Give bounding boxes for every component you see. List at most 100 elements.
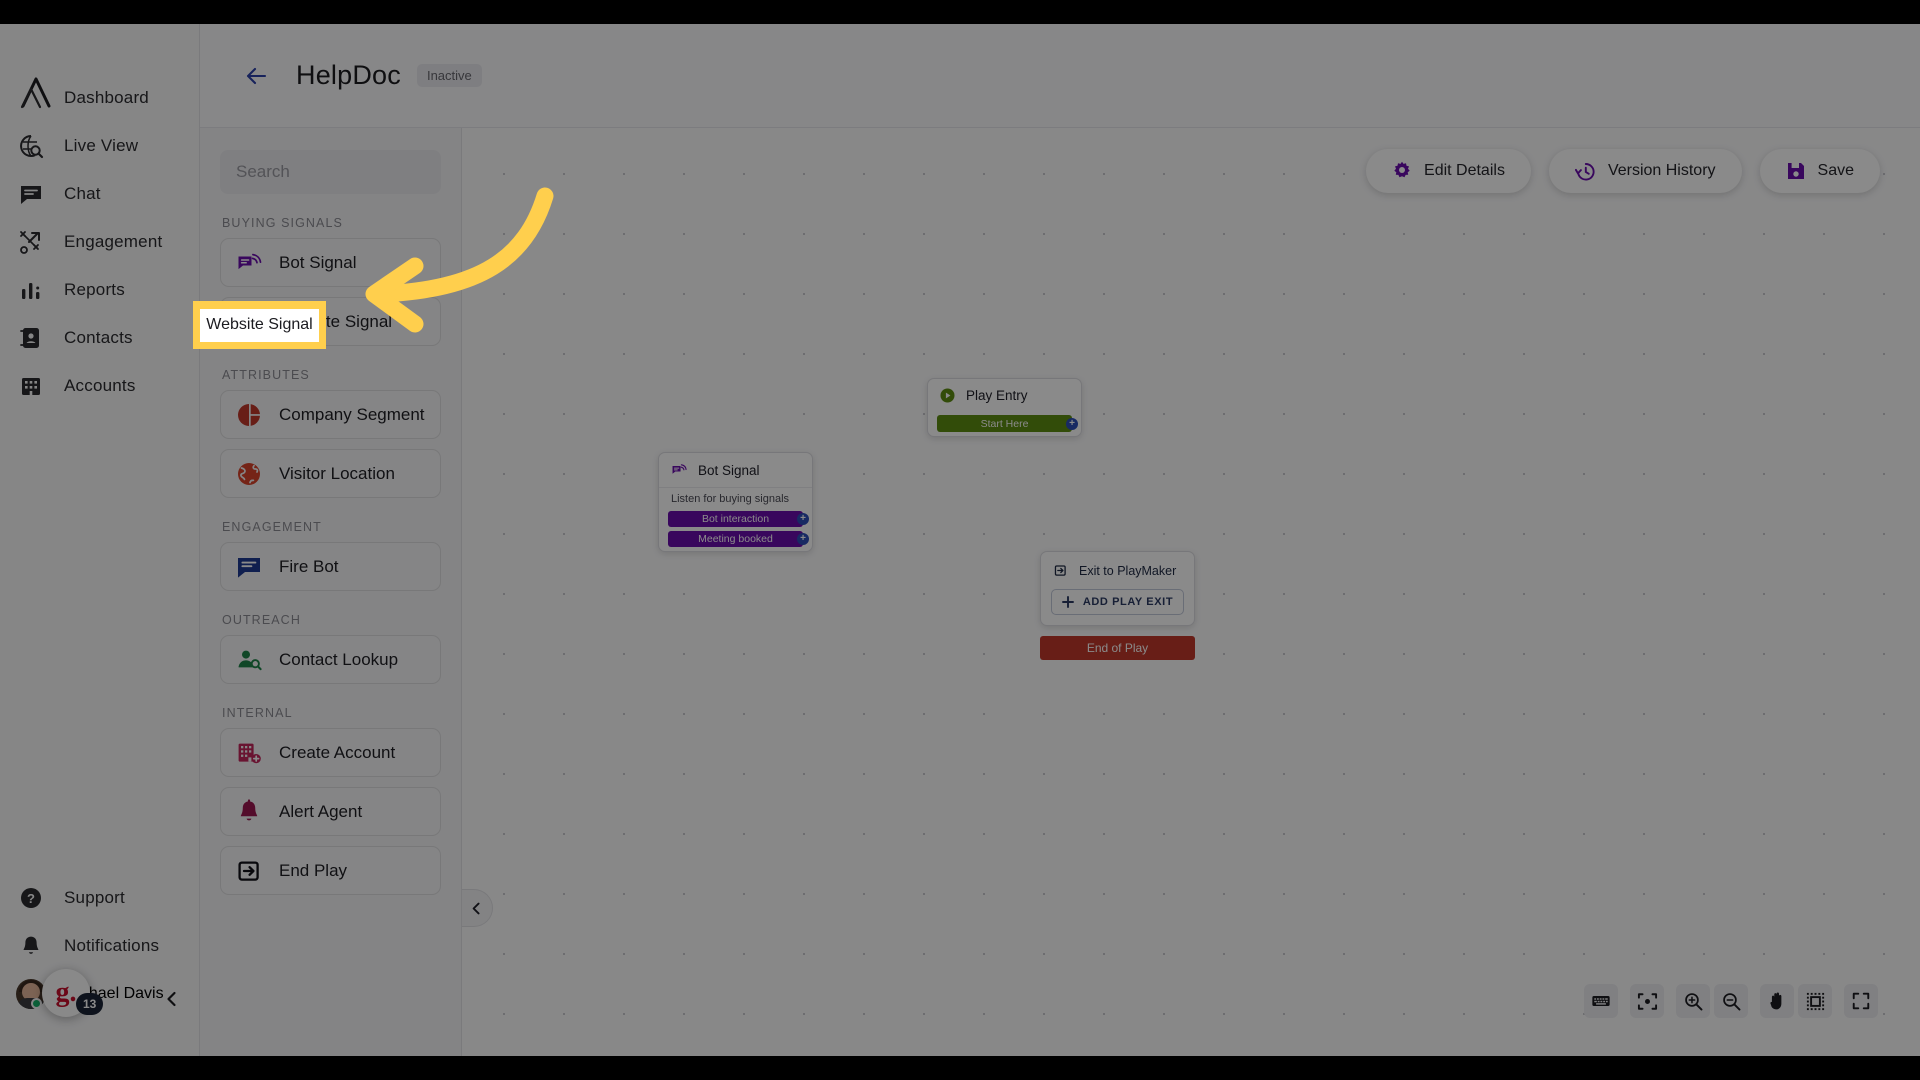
palette-group-label: ENGAGEMENT [222,520,322,534]
palette-item-label: Create Account [279,742,396,762]
node-end-of-play[interactable]: End of Play [1040,636,1195,660]
history-clock-icon [1574,162,1595,180]
zoom-in-button[interactable] [1676,984,1710,1018]
back-button[interactable] [242,61,272,91]
zoom-out-icon [1722,992,1740,1010]
sidebar-item-contacts[interactable]: Contacts [0,314,199,362]
fullscreen-button[interactable] [1844,984,1878,1018]
node-title: Play Entry [966,388,1028,403]
node-output-label: Bot interaction [701,513,770,525]
palette-item-contact-lookup[interactable]: Contact Lookup [220,635,441,684]
recenter-button[interactable] [1630,984,1664,1018]
select-box-button[interactable] [1798,984,1832,1018]
recenter-icon [1637,992,1657,1010]
toolbar-group-mode [1760,984,1832,1018]
exit-box-icon [235,857,263,885]
chat-bubble-icon [16,179,46,209]
status-badge: Inactive [416,64,482,87]
pan-tool-button[interactable] [1760,984,1794,1018]
palette-item-label: Contact Lookup [279,649,399,669]
palette-item-end-play[interactable]: End Play [220,846,441,895]
sidebar-item-reports[interactable]: Reports [0,266,199,314]
palette-item-label: End Play [279,860,348,880]
palette-group-label: OUTREACH [222,613,301,627]
hand-pan-icon [1770,992,1782,1010]
bell-icon [16,931,46,961]
play-circle-icon [940,388,955,403]
sidebar-item-accounts[interactable]: Accounts [0,362,199,410]
palette-item-label: Fire Bot [279,556,339,576]
node-output-meeting-booked[interactable]: Meeting booked + [668,531,809,547]
keyboard-shortcuts-button[interactable] [1584,984,1618,1018]
page-title: HelpDoc [296,60,401,90]
output-port-icon[interactable]: + [797,533,809,545]
sidebar-item-support[interactable]: ? Support [0,874,199,922]
zoom-out-button[interactable] [1714,984,1748,1018]
search-input[interactable] [220,150,441,194]
save-label: Save [1817,162,1854,179]
palette-item-company-segment[interactable]: Company Segment [220,390,441,439]
node-exit-to-playmaker[interactable]: Exit to PlayMaker ADD PLAY EXIT [1040,551,1195,626]
node-output-bot-interaction[interactable]: Bot interaction + [668,511,809,527]
arrow-left-icon [246,67,267,84]
version-history-button[interactable]: Version History [1548,149,1742,193]
palette-item-label: Visitor Location [279,463,395,483]
edit-details-button[interactable]: Edit Details [1366,149,1531,193]
palette-item-visitor-location[interactable]: Visitor Location [220,449,441,498]
highlight-label: Website Signal [206,316,313,333]
node-header: Bot Signal [659,453,812,487]
highlight-inner: Website Signal [200,308,319,342]
palette-item-label: Company Segment [279,404,425,424]
select-box-icon [1806,992,1824,1010]
sidebar-item-label: Contacts [64,328,133,347]
building-plus-icon [235,739,263,767]
zoom-in-icon [1684,992,1702,1010]
output-port-icon[interactable]: + [797,513,809,525]
fullscreen-icon [1852,992,1870,1010]
gear-icon [1394,161,1410,178]
node-subtitle: Listen for buying signals [659,487,812,508]
node-output-label: Meeting booked [698,533,773,545]
sidebar-item-label: Notifications [64,936,160,955]
sidebar-item-label: Support [64,888,125,907]
save-button[interactable]: Save [1759,149,1880,193]
node-play-entry[interactable]: Play Entry Start Here + [927,378,1082,437]
bot-signal-icon [235,249,263,277]
notification-count-badge: 13 [76,993,104,1015]
sidebar-item-live-view[interactable]: Live View [0,122,199,170]
flow-canvas[interactable]: Play Entry Start Here + Bot Signal Liste… [462,128,1920,1056]
sidebar-item-dashboard[interactable]: Dashboard [0,74,199,122]
exit-box-icon [1054,565,1066,576]
sidebar-item-engagement[interactable]: Engagement [0,218,199,266]
palette-item-alert-agent[interactable]: Alert Agent [220,787,441,836]
nav-item-list: Dashboard Live View Chat Engagement Repo… [0,74,199,410]
primary-navigation-rail: Dashboard Live View Chat Engagement Repo… [0,24,200,1056]
end-of-play-label: End of Play [1086,641,1149,655]
node-output-start-here[interactable]: Start Here + [937,415,1078,432]
add-play-exit-button[interactable]: ADD PLAY EXIT [1051,589,1184,615]
toolbar-group-recenter [1630,984,1664,1018]
palette-group-label: ATTRIBUTES [222,368,310,382]
highlight-website-signal[interactable]: Website Signal [193,301,326,349]
sidebar-item-notifications[interactable]: Notifications [0,922,199,970]
question-circle-icon: ? [16,883,46,913]
exit-row-label: Exit to PlayMaker [1079,563,1177,578]
exit-row: Exit to PlayMaker [1041,552,1194,589]
svg-text:?: ? [27,891,35,906]
node-bot-signal[interactable]: Bot Signal Listen for buying signals Bot… [658,452,813,552]
palette-item-fire-bot[interactable]: Fire Bot [220,542,441,591]
version-history-label: Version History [1607,162,1716,179]
edit-details-label: Edit Details [1424,162,1505,179]
palette-item-create-account[interactable]: Create Account [220,728,441,777]
header-actions: Edit Details Version History Save [1366,149,1880,193]
sidebar-item-chat[interactable]: Chat [0,170,199,218]
output-port-icon[interactable]: + [1066,417,1078,430]
sidebar-item-label: Dashboard [64,88,149,107]
collapse-rail-button[interactable] [159,986,185,1012]
pie-chart-icon [235,401,263,429]
application-window: Dashboard Live View Chat Engagement Repo… [0,24,1920,1056]
palette-item-bot-signal[interactable]: Bot Signal [220,238,441,287]
sidebar-item-label: Accounts [64,376,136,395]
collapse-panel-button[interactable] [462,889,493,927]
sidebar-item-label: Chat [64,184,101,203]
